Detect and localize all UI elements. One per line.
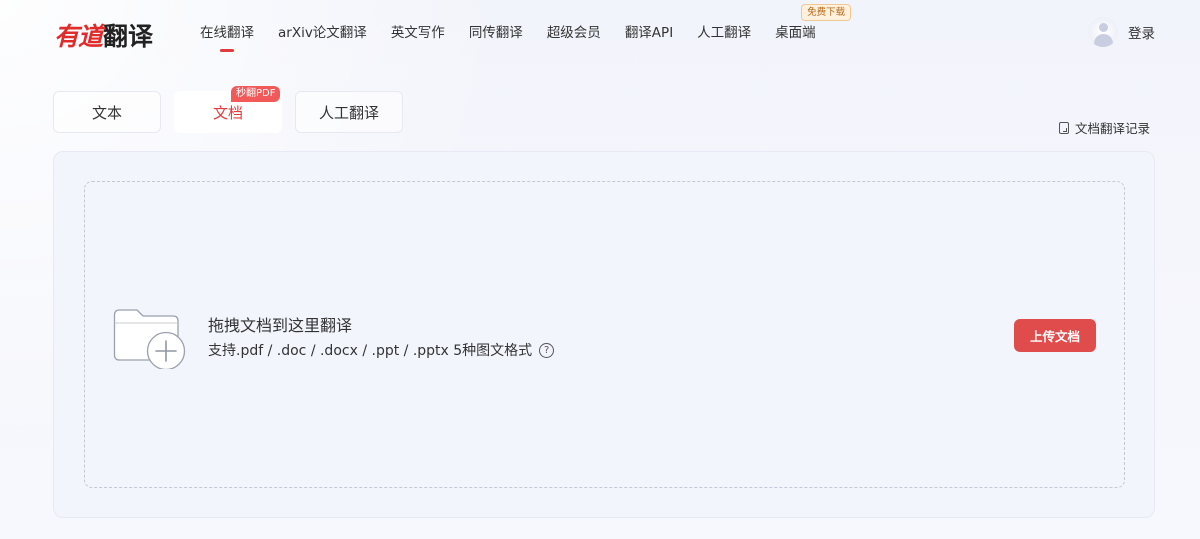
nav-item-label: 桌面端 xyxy=(775,25,816,41)
logo-brand: 有道 xyxy=(54,22,103,51)
nav-item-desktop[interactable]: 桌面端 免费下载 xyxy=(775,4,852,42)
nav-item-label: arXiv论文翻译 xyxy=(278,25,367,41)
avatar-body xyxy=(1094,34,1113,47)
nav-item-api[interactable]: 翻译API xyxy=(625,24,673,42)
nav-item-label: 在线翻译 xyxy=(200,25,254,41)
drop-zone[interactable]: 拖拽文档到这里翻译 支持.pdf / .doc / .docx / .ppt /… xyxy=(84,181,1125,488)
tab-label: 人工翻译 xyxy=(318,103,379,122)
document-icon xyxy=(1059,121,1069,134)
logo[interactable]: 有道 翻译 xyxy=(54,18,153,52)
document-history-link[interactable]: 文档翻译记录 xyxy=(1059,118,1150,137)
nav-item-label: 英文写作 xyxy=(390,25,445,41)
nav-item-label: 超级会员 xyxy=(546,25,601,41)
nav-item-label: 人工翻译 xyxy=(697,25,752,41)
top-nav: 在线翻译 arXiv论文翻译 英文写作 同传翻译 超级会员 翻译API 人工翻译… xyxy=(200,4,852,42)
header: 有道 翻译 在线翻译 arXiv论文翻译 英文写作 同传翻译 超级会员 翻译AP… xyxy=(0,0,1200,70)
history-label: 文档翻译记录 xyxy=(1075,121,1151,136)
login-button[interactable]: 登录 xyxy=(1088,17,1155,47)
upload-document-button[interactable]: 上传文档 xyxy=(1014,319,1096,352)
tab-label: 文本 xyxy=(91,103,122,122)
tab-document[interactable]: 文档 秒翻PDF xyxy=(174,86,282,133)
nav-item-english-writing[interactable]: 英文写作 xyxy=(391,24,445,42)
nav-item-label: 同传翻译 xyxy=(468,25,523,41)
nav-item-human-translate[interactable]: 人工翻译 xyxy=(697,24,751,42)
tab-text[interactable]: 文本 xyxy=(53,91,161,133)
nav-item-vip[interactable]: 超级会员 xyxy=(547,24,601,42)
avatar xyxy=(1088,17,1118,47)
supported-formats: 支持.pdf / .doc / .docx / .ppt / .pptx 5种图… xyxy=(208,340,555,360)
free-download-badge: 免费下载 xyxy=(801,4,852,21)
tab-label: 文档 xyxy=(212,103,243,122)
fast-pdf-badge: 秒翻PDF xyxy=(231,86,281,102)
folder-add-icon xyxy=(113,309,186,369)
logo-product: 翻译 xyxy=(103,22,154,51)
supported-formats-text: 支持.pdf / .doc / .docx / .ppt / .pptx 5种图… xyxy=(208,343,533,359)
avatar-head xyxy=(1099,23,1108,32)
nav-item-online-translate[interactable]: 在线翻译 xyxy=(200,24,254,42)
nav-item-simultaneous[interactable]: 同传翻译 xyxy=(469,24,523,42)
upload-panel: 拖拽文档到这里翻译 支持.pdf / .doc / .docx / .ppt /… xyxy=(53,151,1155,518)
tab-human-translate[interactable]: 人工翻译 xyxy=(295,91,403,133)
nav-item-label: 翻译API xyxy=(624,25,674,41)
drop-title: 拖拽文档到这里翻译 xyxy=(208,316,353,335)
nav-item-arxiv[interactable]: arXiv论文翻译 xyxy=(278,24,367,42)
help-icon[interactable]: ? xyxy=(539,342,555,358)
login-label: 登录 xyxy=(1128,26,1155,42)
